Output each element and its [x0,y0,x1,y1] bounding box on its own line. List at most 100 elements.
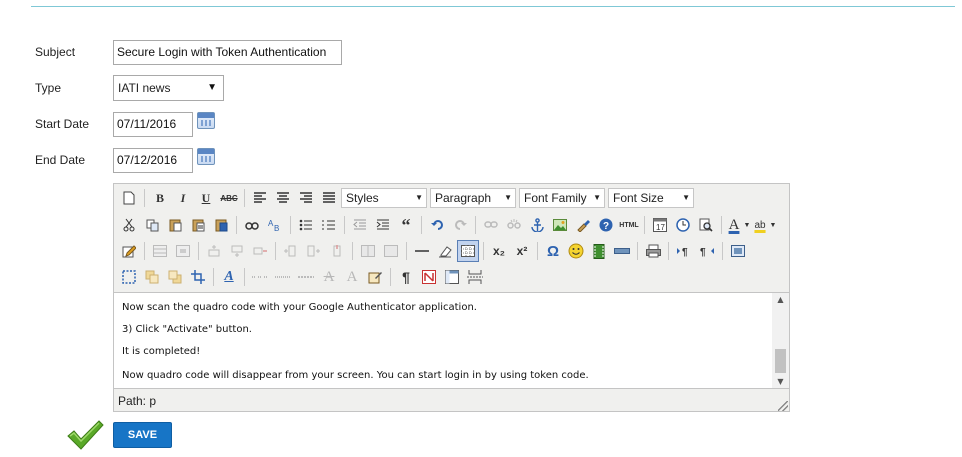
merge-cells-icon[interactable] [380,240,402,262]
new-document-icon[interactable] [118,187,140,209]
subscript-icon[interactable]: x₂ [488,240,510,262]
strikethrough-icon[interactable]: ABC [218,187,240,209]
bold-icon[interactable]: B [149,187,171,209]
align-justify-icon[interactable] [318,187,340,209]
non-breaking-icon[interactable] [418,266,440,288]
highlight-color-icon[interactable]: ab [752,214,768,236]
move-forward-icon[interactable] [141,266,163,288]
delete-col-icon[interactable] [326,240,348,262]
absolute-position-icon[interactable] [187,266,209,288]
anchor-icon[interactable] [526,214,548,236]
type-select[interactable]: IATI news ▼ [113,75,224,101]
visual-aid-icon[interactable] [457,240,479,262]
align-left-icon[interactable] [249,187,271,209]
fullscreen-icon[interactable] [727,240,749,262]
start-date-input[interactable]: 07/11/2016 [113,112,193,137]
paragraph-dropdown[interactable]: Paragraph ▼ [430,188,516,208]
save-button[interactable]: SAVE [113,422,172,448]
indent-icon[interactable] [372,214,394,236]
superscript-icon[interactable]: x² [511,240,533,262]
help-icon[interactable]: ? [595,214,617,236]
remove-format-icon[interactable] [434,240,456,262]
show-blocks-icon[interactable]: ¶ [395,266,417,288]
end-date-input[interactable]: 07/12/2016 [113,148,193,173]
undo-icon[interactable] [426,214,448,236]
editor-content-area[interactable]: Now scan the quadro code with your Googl… [114,292,789,389]
horizontal-rule-icon[interactable] [411,240,433,262]
image-icon[interactable] [549,214,571,236]
attributes-icon[interactable] [364,266,386,288]
toolbar-separator [390,268,391,286]
print-icon[interactable] [642,240,664,262]
insertion-icon[interactable]: A [341,266,363,288]
acronym-icon[interactable] [272,266,294,288]
redo-icon[interactable] [449,214,471,236]
align-center-icon[interactable] [272,187,294,209]
numbered-list-icon[interactable] [318,214,340,236]
split-cells-icon[interactable] [357,240,379,262]
page-break-icon[interactable] [464,266,486,288]
start-date-calendar-icon[interactable] [197,112,215,129]
copy-icon[interactable] [141,214,163,236]
styles-dropdown[interactable]: Styles ▼ [341,188,427,208]
abbreviation-icon[interactable] [295,266,317,288]
table-cell-props-icon[interactable] [172,240,194,262]
italic-icon[interactable]: I [172,187,194,209]
checkmark-icon [67,420,104,450]
unlink-icon[interactable] [503,214,525,236]
rtl-direction-icon[interactable]: ¶ [696,240,718,262]
font-family-dropdown[interactable]: Font Family ▼ [519,188,605,208]
scroll-down-arrow-icon[interactable]: ▼ [772,377,789,386]
paste-icon[interactable] [164,214,186,236]
table-row-props-icon[interactable] [149,240,171,262]
svg-text:B: B [274,224,279,232]
insert-date-icon[interactable]: 17 [649,214,671,236]
toolbar-row-3: x₂ x² Ω ¶ ¶ [118,239,749,263]
font-size-dropdown[interactable]: Font Size ▼ [608,188,694,208]
cut-icon[interactable] [118,214,140,236]
scroll-up-arrow-icon[interactable]: ▲ [772,295,789,304]
html-source-icon[interactable]: HTML [618,214,640,236]
blockquote-icon[interactable]: “ [395,214,417,236]
media-icon[interactable] [588,240,610,262]
col-before-icon[interactable] [280,240,302,262]
font-color-icon[interactable]: A [726,214,742,236]
scroll-thumb[interactable] [775,349,786,373]
preview-icon[interactable] [695,214,717,236]
deletion-icon[interactable]: A [318,266,340,288]
replace-icon[interactable]: AB [264,214,286,236]
underline-icon[interactable]: U [195,187,217,209]
content-scrollbar[interactable]: ▲ ▼ [772,293,789,388]
ltr-direction-icon[interactable]: ¶ [673,240,695,262]
edit-css-icon[interactable] [118,240,140,262]
row-before-icon[interactable] [203,240,225,262]
insert-time-icon[interactable] [672,214,694,236]
insert-layer-icon[interactable] [118,266,140,288]
dropdown-arrow-icon: ▼ [593,193,601,202]
cite-icon[interactable] [249,266,271,288]
row-after-icon[interactable] [226,240,248,262]
link-icon[interactable] [480,214,502,236]
advanced-hr-icon[interactable] [611,240,633,262]
find-icon[interactable] [241,214,263,236]
special-char-icon[interactable]: Ω [542,240,564,262]
template-icon[interactable] [441,266,463,288]
toolbar-separator [290,216,291,234]
col-after-icon[interactable] [303,240,325,262]
style-props-icon[interactable]: A [218,266,240,288]
paste-text-icon[interactable] [187,214,209,236]
dropdown-arrow-icon[interactable]: ▼ [769,214,777,236]
align-right-icon[interactable] [295,187,317,209]
bullet-list-icon[interactable] [295,214,317,236]
emoticon-icon[interactable] [565,240,587,262]
end-date-calendar-icon[interactable] [197,148,215,165]
resize-grip-icon[interactable] [778,401,788,411]
delete-row-icon[interactable] [249,240,271,262]
top-divider [31,6,955,7]
subject-input[interactable]: Secure Login with Token Authentication [113,40,342,65]
dropdown-arrow-icon[interactable]: ▼ [743,214,751,236]
outdent-icon[interactable] [349,214,371,236]
move-backward-icon[interactable] [164,266,186,288]
paste-word-icon[interactable] [210,214,232,236]
cleanup-icon[interactable] [572,214,594,236]
